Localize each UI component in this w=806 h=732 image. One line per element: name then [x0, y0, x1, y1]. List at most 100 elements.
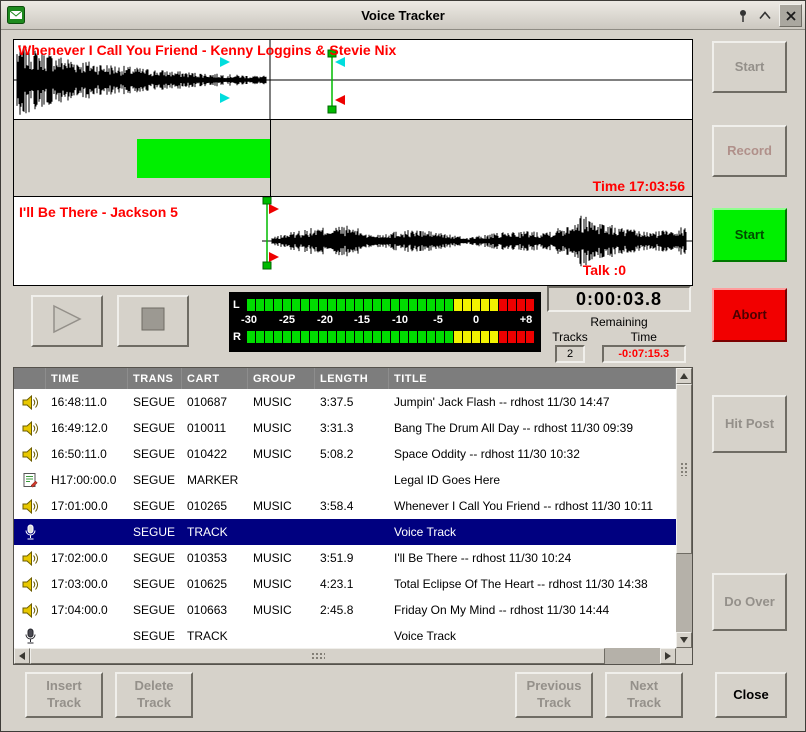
- segue-start-marker-bottom[interactable]: [269, 252, 279, 262]
- vertical-scrollbar[interactable]: [676, 368, 692, 648]
- mic-icon: [14, 519, 46, 545]
- mic-icon: [14, 623, 46, 649]
- cell-length: [315, 519, 389, 545]
- cell-group: MUSIC: [248, 415, 315, 441]
- track2-waveform-pane[interactable]: I'll Be There - Jackson 5 Talk :0: [14, 197, 692, 285]
- shade-icon[interactable]: [755, 6, 775, 25]
- cell-title: Space Oddity -- rdhost 11/30 10:32: [389, 441, 676, 467]
- scroll-right-icon[interactable]: [660, 648, 676, 664]
- start-marker-handle-top[interactable]: [263, 197, 271, 204]
- close-icon[interactable]: [779, 4, 802, 27]
- cell-title: I'll Be There -- rdhost 11/30 10:24: [389, 545, 676, 571]
- table-row[interactable]: SEGUETRACKVoice Track: [14, 519, 676, 545]
- meter-scale: -30-25-20-15-10-50+8: [229, 314, 541, 328]
- table-row[interactable]: 17:02:00.0SEGUE010353MUSIC3:51.9I'll Be …: [14, 545, 676, 571]
- end-marker-handle-bottom[interactable]: [328, 106, 336, 113]
- vertical-scroll-thumb[interactable]: [676, 384, 692, 554]
- scroll-up-icon[interactable]: [676, 368, 692, 384]
- next-track-button[interactable]: Next Track: [605, 672, 683, 718]
- column-header-cart[interactable]: CART: [182, 368, 248, 389]
- cell-group: MUSIC: [248, 571, 315, 597]
- table-row[interactable]: 16:48:11.0SEGUE010687MUSIC3:37.5Jumpin' …: [14, 389, 676, 415]
- cell-length: [315, 467, 389, 493]
- time-readout: Time 17:03:56: [593, 178, 685, 194]
- voice-track-pane[interactable]: Time 17:03:56: [14, 120, 692, 197]
- scroll-left-icon[interactable]: [14, 648, 30, 664]
- horizontal-scrollbar[interactable]: [14, 648, 676, 664]
- table-row[interactable]: H17:00:00.0SEGUEMARKERLegal ID Goes Here: [14, 467, 676, 493]
- cell-title: Whenever I Call You Friend -- rdhost 11/…: [389, 493, 676, 519]
- cell-time: [46, 623, 128, 649]
- cell-cart: 010663: [182, 597, 248, 623]
- cell-time: 16:48:11.0: [46, 389, 128, 415]
- cell-trans: SEGUE: [128, 571, 182, 597]
- close-button[interactable]: Close: [715, 672, 787, 718]
- column-header-title[interactable]: TITLE: [389, 368, 676, 389]
- fade-marker-end[interactable]: [335, 57, 345, 67]
- cell-cart: TRACK: [182, 519, 248, 545]
- cell-title: Legal ID Goes Here: [389, 467, 676, 493]
- speaker-icon: [14, 545, 46, 571]
- voice-track-region[interactable]: [137, 139, 270, 178]
- cell-length: 2:45.8: [315, 597, 389, 623]
- remaining-panel: Remaining Tracks 2 Time -0:07:15.3: [547, 315, 691, 363]
- marker-icon: [14, 467, 46, 493]
- insert-track-button[interactable]: Insert Track: [25, 672, 103, 718]
- cell-title: Total Eclipse Of The Heart -- rdhost 11/…: [389, 571, 676, 597]
- record-button[interactable]: Record: [712, 125, 787, 177]
- start-next-button[interactable]: Start: [712, 208, 787, 262]
- cell-title: Jumpin' Jack Flash -- rdhost 11/30 14:47: [389, 389, 676, 415]
- cell-group: MUSIC: [248, 545, 315, 571]
- speaker-icon: [14, 441, 46, 467]
- cell-trans: SEGUE: [128, 519, 182, 545]
- abort-button[interactable]: Abort: [712, 288, 787, 342]
- table-row[interactable]: 17:01:00.0SEGUE010265MUSIC3:58.4Whenever…: [14, 493, 676, 519]
- table-row[interactable]: 17:04:00.0SEGUE010663MUSIC2:45.8Friday O…: [14, 597, 676, 623]
- cell-time: 17:02:00.0: [46, 545, 128, 571]
- speaker-icon: [14, 597, 46, 623]
- segue-start-marker-top[interactable]: [269, 204, 279, 214]
- meter-right-label: R: [233, 331, 247, 343]
- scroll-down-icon[interactable]: [676, 632, 692, 648]
- cell-title: Voice Track: [389, 623, 676, 649]
- start-preview-button[interactable]: Start: [712, 41, 787, 93]
- pin-icon[interactable]: [733, 6, 753, 25]
- segue-line: [270, 120, 271, 196]
- cell-time: H17:00:00.0: [46, 467, 128, 493]
- track2-title: I'll Be There - Jackson 5: [19, 204, 178, 220]
- cell-time: 16:49:12.0: [46, 415, 128, 441]
- hit-post-button[interactable]: Hit Post: [712, 395, 787, 453]
- speaker-icon: [14, 389, 46, 415]
- cell-trans: SEGUE: [128, 597, 182, 623]
- column-header-icon[interactable]: [14, 368, 46, 389]
- play-button[interactable]: [31, 295, 103, 347]
- column-header-group[interactable]: GROUP: [248, 368, 315, 389]
- table-row[interactable]: SEGUETRACKVoice Track: [14, 623, 676, 649]
- fade-marker-bottom[interactable]: [220, 93, 230, 103]
- fade-marker-top[interactable]: [220, 57, 230, 67]
- track1-waveform-pane[interactable]: Whenever I Call You Friend - Kenny Loggi…: [14, 40, 692, 120]
- do-over-button[interactable]: Do Over: [712, 573, 787, 631]
- table-row[interactable]: 16:49:12.0SEGUE010011MUSIC3:31.3Bang The…: [14, 415, 676, 441]
- play-icon: [50, 304, 84, 339]
- scrollbar-corner: [676, 648, 692, 664]
- remaining-time-label: Time: [631, 330, 657, 344]
- column-header-length[interactable]: LENGTH: [315, 368, 389, 389]
- column-header-time[interactable]: TIME: [46, 368, 128, 389]
- table-row[interactable]: 16:50:11.0SEGUE010422MUSIC5:08.2Space Od…: [14, 441, 676, 467]
- cell-trans: SEGUE: [128, 441, 182, 467]
- stop-button[interactable]: [117, 295, 189, 347]
- segue-marker[interactable]: [335, 95, 345, 105]
- delete-track-button[interactable]: Delete Track: [115, 672, 193, 718]
- previous-track-button[interactable]: Previous Track: [515, 672, 593, 718]
- start-marker-handle-bottom[interactable]: [263, 262, 271, 269]
- table-row[interactable]: 17:03:00.0SEGUE010625MUSIC4:23.1Total Ec…: [14, 571, 676, 597]
- horizontal-scroll-thumb[interactable]: [30, 648, 605, 664]
- cell-group: MUSIC: [248, 597, 315, 623]
- cell-cart: 010422: [182, 441, 248, 467]
- cell-time: 17:04:00.0: [46, 597, 128, 623]
- cell-cart: 010625: [182, 571, 248, 597]
- titlebar[interactable]: Voice Tracker: [1, 1, 805, 30]
- cell-trans: SEGUE: [128, 623, 182, 649]
- column-header-trans[interactable]: TRANS: [128, 368, 182, 389]
